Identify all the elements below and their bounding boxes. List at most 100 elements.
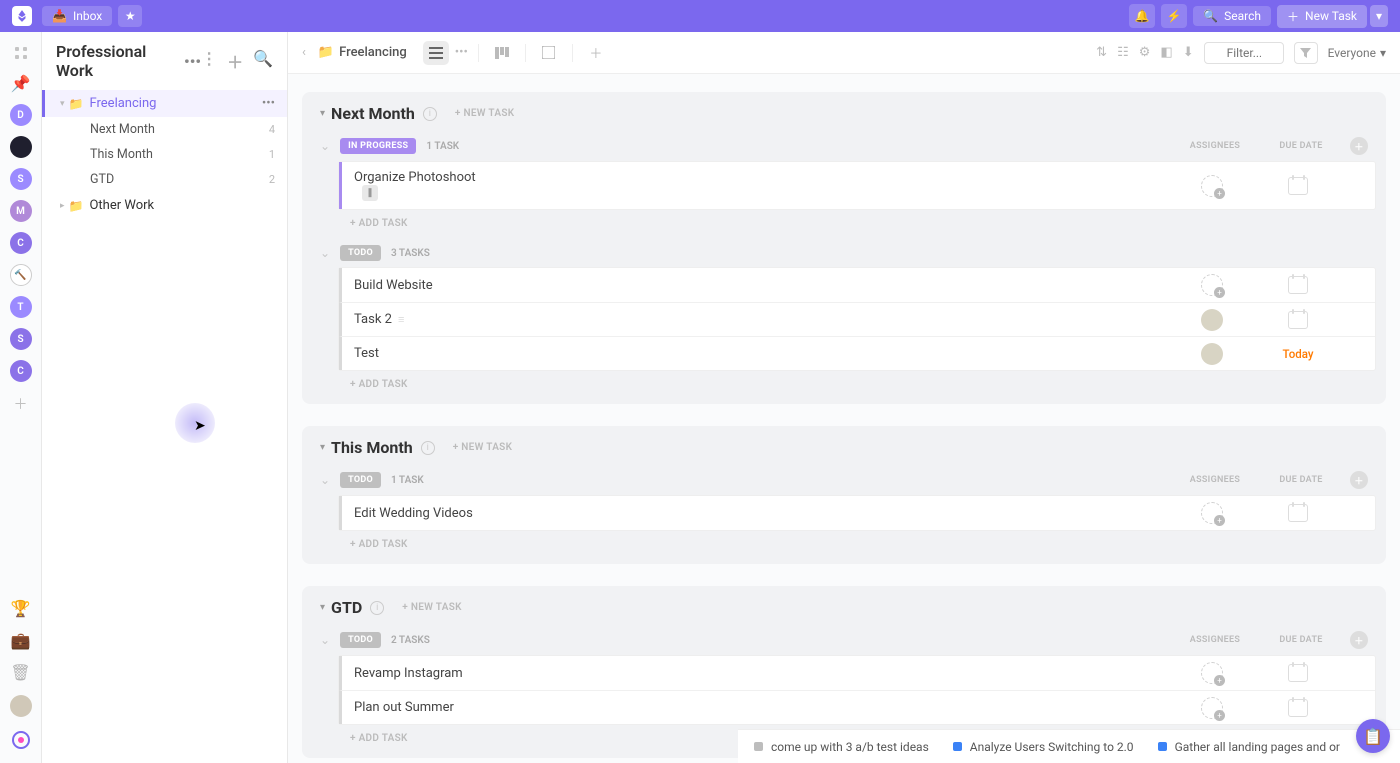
add-column-button[interactable]: ＋ <box>1350 137 1368 155</box>
collapse-status-icon[interactable]: ⌄ <box>320 473 330 487</box>
space-dot[interactable]: 🔨 <box>10 264 32 286</box>
filter-button[interactable] <box>1294 42 1318 64</box>
space-dot[interactable]: S <box>10 168 32 190</box>
new-task-link[interactable]: + NEW TASK <box>453 442 513 453</box>
task-row[interactable]: Revamp Instagram + <box>339 656 1375 690</box>
task-row[interactable]: Edit Wedding Videos + <box>339 496 1375 530</box>
view-add[interactable]: ＋ <box>583 41 609 65</box>
space-dot[interactable]: C <box>10 232 32 254</box>
add-task-link[interactable]: + ADD TASK <box>350 371 1376 398</box>
status-badge[interactable]: TODO <box>340 472 381 488</box>
status-badge[interactable]: IN PROGRESS <box>340 138 416 154</box>
sidebar-list-item[interactable]: This Month1 <box>42 142 287 167</box>
due-date-button[interactable] <box>1288 664 1308 682</box>
folder-other-work[interactable]: ▸ 📁 Other Work <box>42 192 287 219</box>
due-date-button[interactable] <box>1288 276 1308 294</box>
collapse-status-icon[interactable]: ⌄ <box>320 246 330 260</box>
add-task-link[interactable]: + ADD TASK <box>350 531 1376 558</box>
collapse-icon[interactable]: ▾ <box>320 602 325 613</box>
view-box[interactable] <box>536 41 562 65</box>
view-board[interactable] <box>489 41 515 65</box>
assign-button[interactable]: + <box>1201 175 1223 197</box>
task-row[interactable]: Plan out Summer + <box>339 690 1375 724</box>
due-date-text[interactable]: Today <box>1283 347 1314 361</box>
info-icon[interactable]: i <box>370 601 384 615</box>
assignee-avatar[interactable] <box>1201 309 1223 331</box>
task-row[interactable]: Organize Photoshoot❚ + <box>339 162 1375 209</box>
tray-task-label: come up with 3 a/b test ideas <box>771 740 929 754</box>
trash-icon[interactable]: 🗑 <box>12 663 30 681</box>
new-task-link[interactable]: + NEW TASK <box>455 108 515 119</box>
new-task-label: New Task <box>1305 9 1357 23</box>
collapse-icon[interactable]: ▾ <box>320 108 325 119</box>
add-column-button[interactable]: ＋ <box>1350 471 1368 489</box>
download-icon[interactable]: ⬇ <box>1183 45 1194 60</box>
user-avatar[interactable] <box>10 695 32 717</box>
sidebar-list-item[interactable]: GTD2 <box>42 167 287 192</box>
folder-freelancing[interactable]: ▾ 📁 Freelancing ••• <box>42 90 287 117</box>
assignee-filter[interactable]: Everyone ▾ <box>1328 46 1386 60</box>
task-row[interactable]: Test Today <box>339 336 1375 370</box>
space-dot[interactable]: C <box>10 360 32 382</box>
sort-icon[interactable]: ⇅ <box>1096 45 1107 60</box>
due-date-button[interactable] <box>1288 504 1308 522</box>
quick-action-button[interactable]: ⚡ <box>1161 4 1187 28</box>
tray-task[interactable]: Gather all landing pages and or <box>1158 740 1340 754</box>
sidebar-list-item[interactable]: Next Month4 <box>42 117 287 142</box>
add-space-button[interactable]: ＋ <box>14 394 28 414</box>
space-dot[interactable]: M <box>10 200 32 222</box>
pin-icon[interactable]: 📌 <box>12 74 30 92</box>
space-dot[interactable] <box>10 136 32 158</box>
status-badge[interactable]: TODO <box>340 632 381 648</box>
view-list[interactable] <box>423 41 449 65</box>
tray-task[interactable]: Analyze Users Switching to 2.0 <box>953 740 1134 754</box>
briefcase-icon[interactable]: 💼 <box>12 631 30 649</box>
space-dot[interactable]: S <box>10 328 32 350</box>
new-task-link[interactable]: + NEW TASK <box>402 602 462 613</box>
due-date-button[interactable] <box>1288 177 1308 195</box>
folder-more-icon[interactable]: ••• <box>262 96 275 111</box>
show-icon[interactable]: ◧ <box>1160 45 1172 60</box>
assign-button[interactable]: + <box>1201 274 1223 296</box>
task-row[interactable]: Build Website + <box>339 268 1375 302</box>
back-button[interactable]: ‹ <box>302 45 306 60</box>
inbox-button[interactable]: 📥 Inbox <box>42 6 112 26</box>
info-icon[interactable]: i <box>423 107 437 121</box>
search-button[interactable]: 🔍 Search <box>1193 6 1271 26</box>
help-icon[interactable] <box>12 731 30 749</box>
settings-icon[interactable]: ⚙ <box>1139 45 1151 60</box>
collapse-icon[interactable]: ▾ <box>320 442 325 453</box>
workspace-search-icon[interactable]: 🔍 <box>253 49 273 73</box>
space-dot[interactable]: D <box>10 104 32 126</box>
due-date-button[interactable] <box>1288 311 1308 329</box>
collapse-status-icon[interactable]: ⌄ <box>320 139 330 153</box>
apps-icon[interactable] <box>12 44 30 62</box>
assign-button[interactable]: + <box>1201 662 1223 684</box>
collapse-status-icon[interactable]: ⌄ <box>320 633 330 647</box>
workspace-add-icon[interactable]: ＋ <box>227 49 243 73</box>
status-badge[interactable]: TODO <box>340 245 381 261</box>
add-column-button[interactable]: ＋ <box>1350 631 1368 649</box>
favorites-button[interactable]: ★ <box>118 5 142 27</box>
subtasks-icon[interactable]: ☷ <box>1117 45 1129 60</box>
new-task-dropdown[interactable]: ▾ <box>1370 5 1388 27</box>
breadcrumb-folder[interactable]: Freelancing <box>339 45 407 60</box>
info-icon[interactable]: i <box>421 441 435 455</box>
workspace-menu-icon[interactable]: ⋮ <box>201 49 217 73</box>
filter-input[interactable] <box>1204 42 1284 64</box>
add-task-link[interactable]: + ADD TASK <box>350 210 1376 237</box>
new-task-button[interactable]: ＋ New Task <box>1277 5 1367 28</box>
due-date-button[interactable] <box>1288 699 1308 717</box>
trophy-icon[interactable]: 🏆 <box>12 599 30 617</box>
workspace-more-icon[interactable]: ••• <box>184 52 201 71</box>
assignee-avatar[interactable] <box>1201 343 1223 365</box>
notepad-fab[interactable]: 📋 <box>1356 719 1390 753</box>
notifications-button[interactable]: 🔔 <box>1129 4 1155 28</box>
assign-button[interactable]: + <box>1201 697 1223 719</box>
assign-button[interactable]: + <box>1201 502 1223 524</box>
tray-task[interactable]: come up with 3 a/b test ideas <box>754 740 929 754</box>
view-options-icon[interactable]: ••• <box>455 45 468 60</box>
app-logo[interactable] <box>12 6 32 26</box>
space-dot[interactable]: T <box>10 296 32 318</box>
task-row[interactable]: Task 2≡ <box>339 302 1375 336</box>
